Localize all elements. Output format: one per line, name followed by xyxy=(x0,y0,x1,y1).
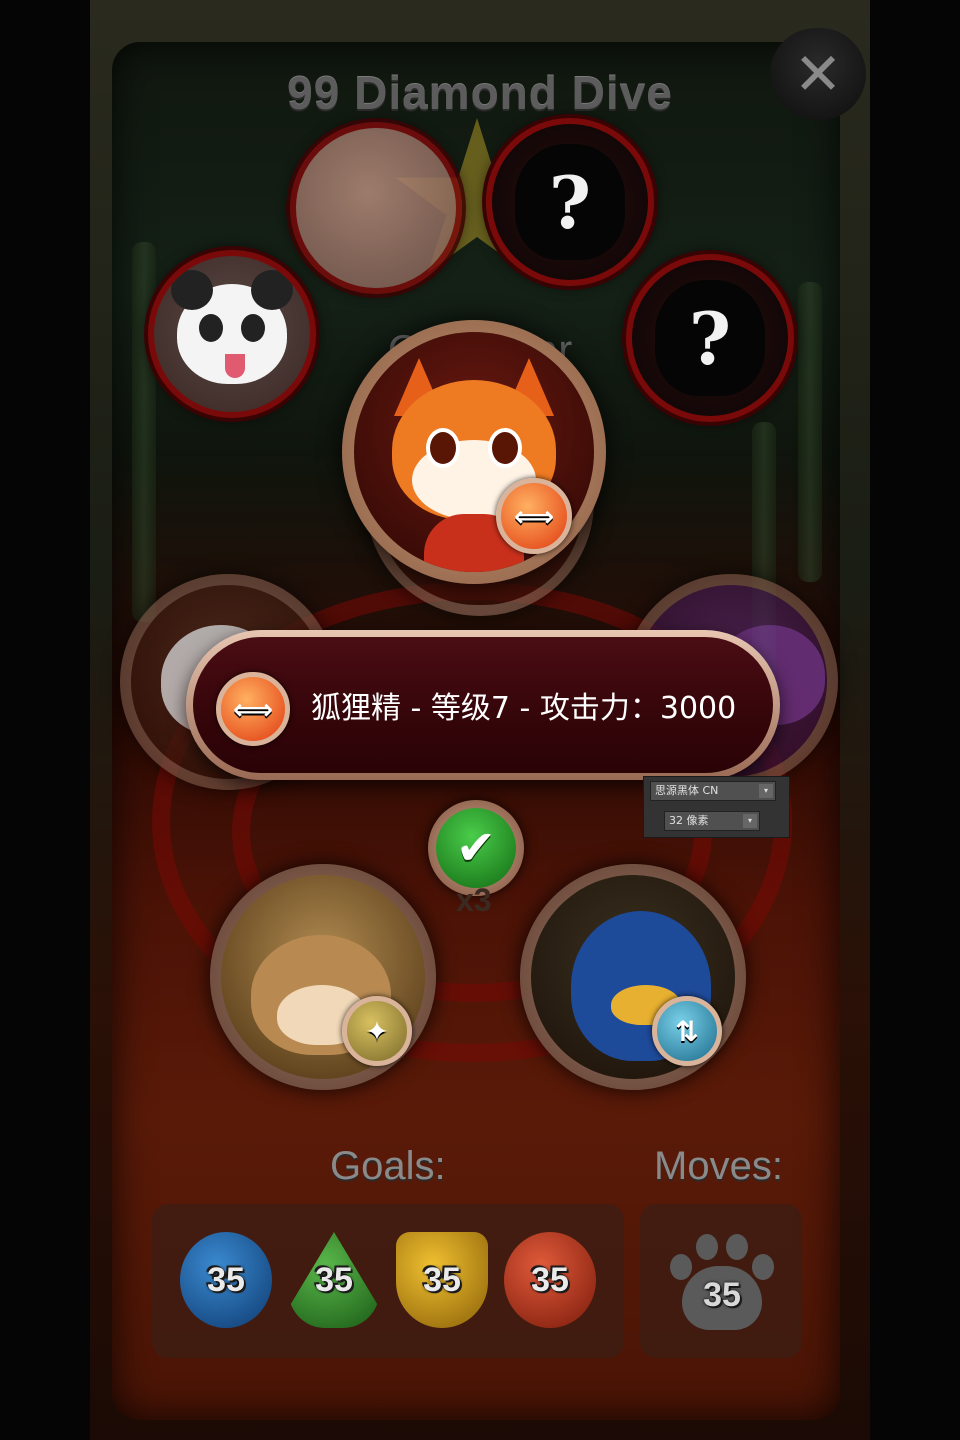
featured-hero-fox[interactable] xyxy=(342,320,606,584)
locked-silhouette-icon: ? xyxy=(655,280,765,396)
font-size-value: 32 像素 xyxy=(669,814,709,827)
chevron-down-icon: ▾ xyxy=(759,784,773,798)
close-icon: ✕ xyxy=(793,40,843,108)
moves-label: Moves: xyxy=(654,1144,783,1188)
goal-yellow-gem: 35 xyxy=(396,1232,488,1328)
question-mark: ? xyxy=(548,159,592,245)
star-seal-icon: ✦ xyxy=(365,1014,389,1048)
question-mark: ? xyxy=(688,295,732,381)
team-slot-locked[interactable]: ? xyxy=(626,254,794,422)
goal-count: 35 xyxy=(315,1260,353,1299)
team-slot-empty[interactable] xyxy=(290,122,462,294)
font-settings-overlay: 思源黑体 CN ▾ 32 像素 ▾ xyxy=(643,776,790,838)
vertical-arrows-icon: ⇅ xyxy=(675,1014,699,1048)
locked-silhouette-icon: ? xyxy=(515,144,625,260)
goal-count: 35 xyxy=(531,1260,569,1299)
right-letterbox xyxy=(870,0,960,1440)
checkmark-icon: ✔ xyxy=(455,820,497,876)
goal-green-gem: 35 xyxy=(288,1232,380,1328)
member-penguin[interactable] xyxy=(520,864,746,1090)
goal-count: 35 xyxy=(207,1260,245,1299)
member-monkey-badge: ✦ xyxy=(342,996,412,1066)
panda-avatar xyxy=(171,270,293,384)
moves-paw-icon: 35 xyxy=(668,1232,776,1334)
font-size-field[interactable]: 32 像素 ▾ xyxy=(664,811,760,831)
goals-label: Goals: xyxy=(330,1144,446,1188)
goal-red-gem: 35 xyxy=(504,1232,596,1328)
goal-count: 35 xyxy=(423,1260,461,1299)
chevron-down-icon: ▾ xyxy=(743,814,757,828)
swap-arrows-icon: ⟺ xyxy=(232,692,274,726)
hero-info-text: 狐狸精 - 等级7 - 攻击力：3000 xyxy=(311,691,737,726)
goal-blue-gem: 35 xyxy=(180,1232,272,1328)
close-button[interactable]: ✕ xyxy=(770,28,866,120)
member-monkey[interactable] xyxy=(210,864,436,1090)
team-slot-locked[interactable]: ? xyxy=(486,118,654,286)
team-slot-panda[interactable] xyxy=(148,250,316,418)
swap-skill-badge: ⟺ xyxy=(496,478,572,554)
left-letterbox xyxy=(0,0,90,1440)
member-penguin-badge: ⇅ xyxy=(652,996,722,1066)
multiplier-label: x3 xyxy=(456,882,492,918)
font-family-value: 思源黑体 CN xyxy=(655,784,719,797)
swap-arrows-icon: ⟺ xyxy=(513,499,555,533)
moves-count: 35 xyxy=(703,1276,741,1314)
tooltip-swap-badge: ⟺ xyxy=(216,672,290,746)
font-family-field[interactable]: 思源黑体 CN ▾ xyxy=(650,781,776,801)
bamboo-decoration xyxy=(132,242,156,622)
